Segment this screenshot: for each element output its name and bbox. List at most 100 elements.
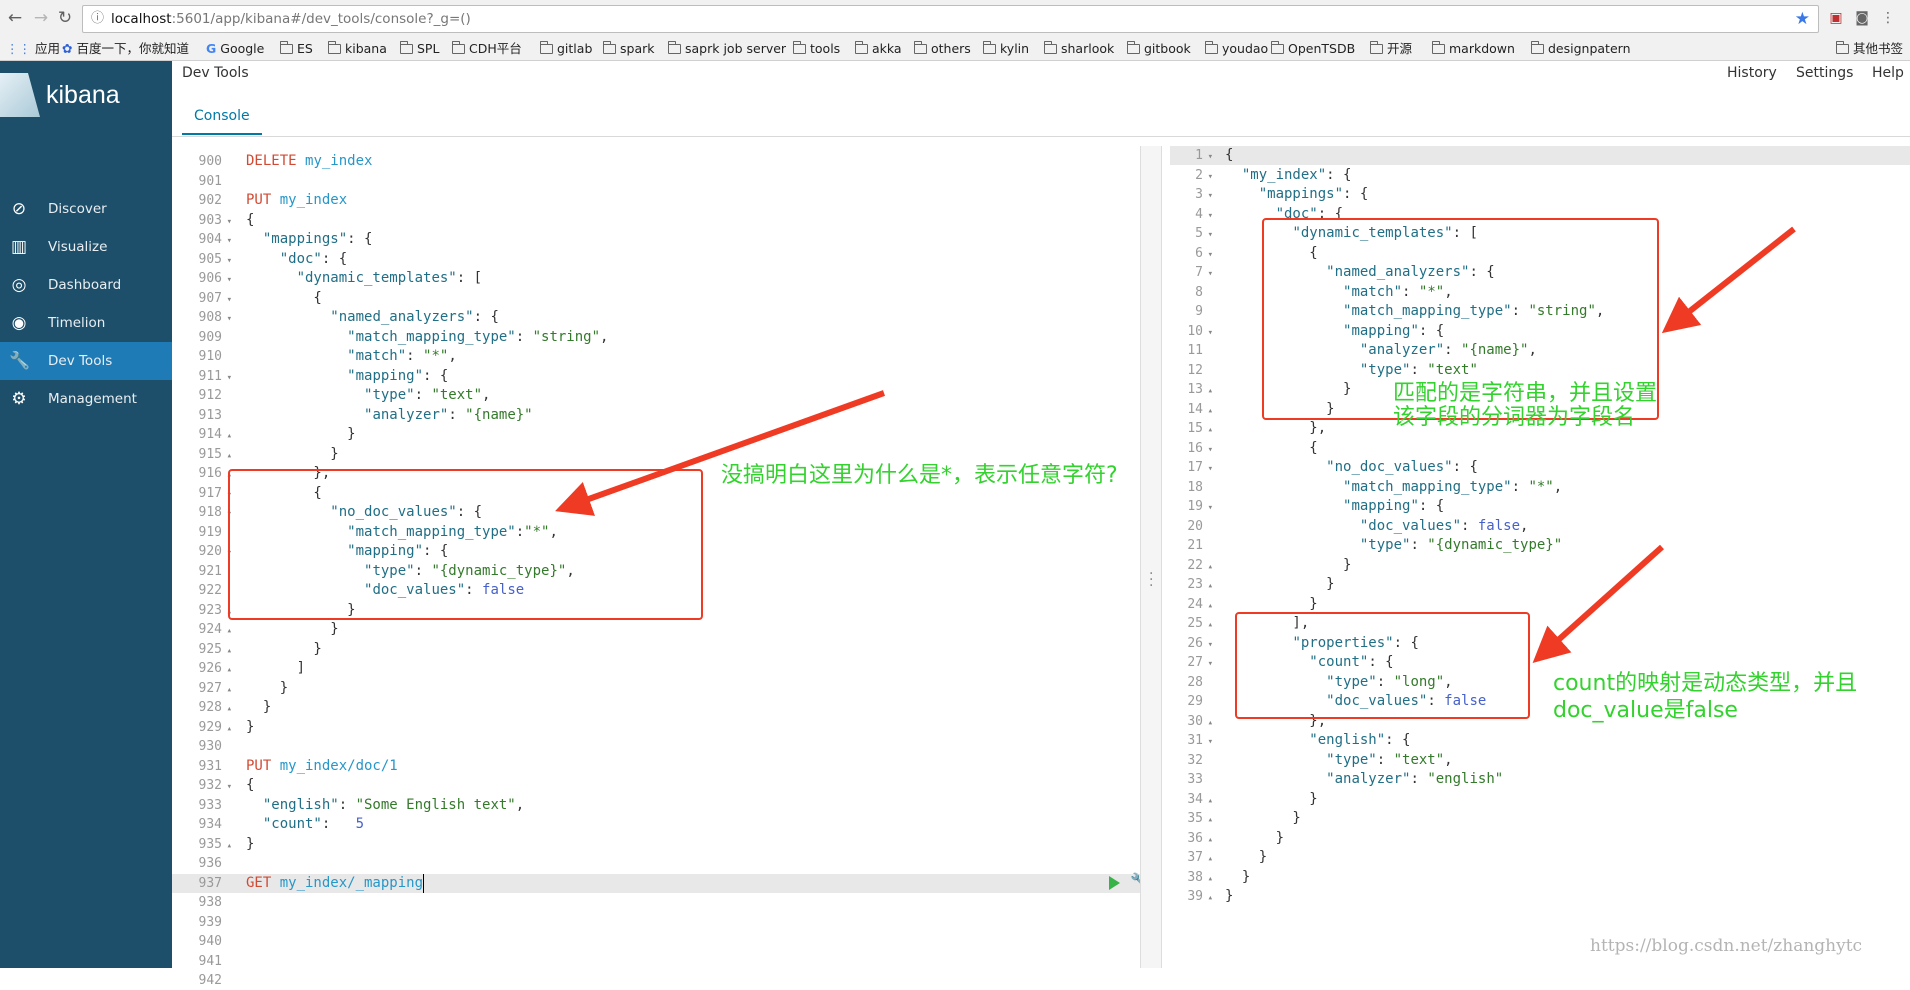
help-link[interactable]: Help bbox=[1872, 65, 1904, 81]
line-number-text: 2 bbox=[1195, 167, 1203, 183]
fold-toggle-icon[interactable]: ▾ bbox=[1205, 460, 1213, 479]
bookmark-1[interactable]: ✿ 百度一下，你就知道 bbox=[62, 40, 189, 58]
fold-toggle-icon[interactable]: ▴ bbox=[1205, 616, 1213, 635]
bookmark-2[interactable]: G Google bbox=[206, 40, 264, 58]
fold-toggle-icon[interactable]: ▾ bbox=[1205, 226, 1213, 245]
tab-console[interactable]: Console bbox=[182, 97, 262, 135]
fold-toggle-icon[interactable]: ▴ bbox=[224, 837, 232, 856]
fold-toggle-icon[interactable]: ▾ bbox=[224, 271, 232, 290]
bookmark-8[interactable]: spark bbox=[602, 40, 655, 58]
fold-toggle-icon[interactable]: ▾ bbox=[1205, 187, 1213, 206]
fold-toggle-icon[interactable]: ▴ bbox=[224, 642, 232, 661]
fold-toggle-icon[interactable]: ▾ bbox=[224, 369, 232, 388]
sidebar-item-visualize[interactable]: ▥ Visualize bbox=[0, 228, 172, 266]
fold-toggle-icon[interactable]: ▴ bbox=[224, 681, 232, 700]
bookmark-14[interactable]: sharlook bbox=[1043, 40, 1114, 58]
line-number-text: 930 bbox=[198, 739, 222, 754]
bookmark-7[interactable]: gitlab bbox=[539, 40, 592, 58]
other-bookmarks[interactable]: 其他书签 bbox=[1835, 40, 1903, 58]
history-link[interactable]: History bbox=[1727, 65, 1777, 81]
bookmark-3[interactable]: ES bbox=[279, 40, 313, 58]
info-icon[interactable]: ⓘ bbox=[91, 6, 104, 32]
sidebar-item-dashboard[interactable]: ◎ Dashboard bbox=[0, 266, 172, 304]
fold-toggle-icon[interactable]: ▾ bbox=[224, 232, 232, 251]
fold-toggle-icon[interactable]: ▴ bbox=[224, 661, 232, 680]
fold-toggle-icon[interactable]: ▴ bbox=[224, 427, 232, 446]
fold-toggle-icon[interactable]: ▴ bbox=[1205, 597, 1213, 616]
fold-toggle-icon[interactable]: ▾ bbox=[1205, 148, 1213, 167]
settings-link[interactable]: Settings bbox=[1796, 65, 1853, 81]
bookmark-9[interactable]: saprk job server bbox=[667, 40, 786, 58]
menu-dots-icon[interactable]: ⋮ bbox=[1878, 8, 1898, 28]
bookmark-6[interactable]: CDH平台 bbox=[451, 40, 522, 58]
fold-toggle-icon[interactable]: ▴ bbox=[1205, 382, 1213, 401]
bookmark-12[interactable]: others bbox=[913, 40, 971, 58]
code-token: : bbox=[448, 406, 466, 423]
code-token: : { bbox=[473, 309, 499, 325]
fold-toggle-icon[interactable]: ▾ bbox=[1205, 168, 1213, 187]
fold-toggle-icon[interactable]: ▴ bbox=[1205, 714, 1213, 733]
camera-icon[interactable]: ◙ bbox=[1852, 8, 1872, 28]
bookmark-13[interactable]: kylin bbox=[982, 40, 1029, 58]
fold-toggle-icon[interactable]: ▴ bbox=[1205, 558, 1213, 577]
bookmark-0[interactable]: ⋮⋮ 应用 bbox=[6, 40, 60, 58]
fold-toggle-icon[interactable]: ▾ bbox=[224, 291, 232, 310]
fold-toggle-icon[interactable]: ▴ bbox=[224, 447, 232, 466]
resize-handle-icon[interactable]: · · · bbox=[1149, 567, 1153, 593]
bookmark-18[interactable]: 开源 bbox=[1369, 40, 1412, 58]
sidebar-item-management[interactable]: ⚙ Management bbox=[0, 380, 172, 418]
fold-toggle-icon[interactable]: ▴ bbox=[1205, 402, 1213, 421]
fold-toggle-icon[interactable]: ▾ bbox=[1205, 246, 1213, 265]
fold-toggle-icon[interactable]: ▴ bbox=[224, 622, 232, 641]
line-number-text: 21 bbox=[1187, 538, 1203, 553]
fold-toggle-icon[interactable]: ▾ bbox=[1205, 499, 1213, 518]
fold-toggle-icon[interactable]: ▴ bbox=[224, 720, 232, 739]
kibana-logo[interactable]: kibana bbox=[0, 61, 172, 123]
back-arrow-icon[interactable]: ← bbox=[4, 6, 26, 30]
sidebar-item-discover[interactable]: ⊘ Discover bbox=[0, 190, 172, 228]
code-line: "doc": { bbox=[246, 250, 347, 269]
fold-toggle-icon[interactable]: ▾ bbox=[1205, 441, 1213, 460]
forward-arrow-icon[interactable]: → bbox=[30, 6, 52, 30]
address-bar[interactable]: ⓘ localhost:5601/app/kibana#/dev_tools/c… bbox=[82, 5, 1819, 33]
fold-toggle-icon[interactable]: ▾ bbox=[224, 252, 232, 271]
fold-toggle-icon[interactable]: ▾ bbox=[1205, 324, 1213, 343]
bookmark-19[interactable]: markdown bbox=[1431, 40, 1515, 58]
fold-toggle-icon[interactable]: ▴ bbox=[1205, 811, 1213, 830]
fold-toggle-icon[interactable]: ▴ bbox=[1205, 850, 1213, 869]
bookmark-star-icon[interactable]: ★ bbox=[1795, 6, 1810, 32]
fold-toggle-icon[interactable]: ▾ bbox=[224, 778, 232, 797]
extension-red-icon[interactable]: ▣ bbox=[1826, 8, 1846, 28]
bookmark-20[interactable]: designpatern bbox=[1530, 40, 1631, 58]
fold-toggle-icon[interactable]: ▾ bbox=[1205, 655, 1213, 674]
bookmark-16[interactable]: youdao bbox=[1204, 40, 1268, 58]
url-path: :5601/app/kibana#/dev_tools/console?_g=(… bbox=[171, 11, 471, 27]
fold-toggle-icon[interactable]: ▴ bbox=[1205, 831, 1213, 850]
sidebar-item-timelion[interactable]: ◉ Timelion bbox=[0, 304, 172, 342]
fold-toggle-icon[interactable]: ▾ bbox=[224, 310, 232, 329]
send-request-play-icon[interactable] bbox=[1109, 875, 1120, 890]
folder-icon bbox=[667, 41, 681, 54]
code-token: "analyzer" bbox=[1326, 771, 1411, 787]
sidebar-item-dev-tools[interactable]: 🔧 Dev Tools bbox=[0, 342, 172, 380]
bookmark-11[interactable]: akka bbox=[854, 40, 902, 58]
fold-toggle-icon[interactable]: ▾ bbox=[1205, 733, 1213, 752]
fold-toggle-icon[interactable]: ▾ bbox=[1205, 207, 1213, 226]
pane-resizer[interactable]: · · · bbox=[1140, 146, 1162, 968]
bookmark-17[interactable]: OpenTSDB bbox=[1270, 40, 1355, 58]
fold-toggle-icon[interactable]: ▾ bbox=[224, 213, 232, 232]
fold-toggle-icon[interactable]: ▴ bbox=[1205, 792, 1213, 811]
bookmark-4[interactable]: kibana bbox=[327, 40, 387, 58]
fold-toggle-icon[interactable]: ▴ bbox=[1205, 889, 1213, 908]
fold-toggle-icon[interactable]: ▴ bbox=[1205, 870, 1213, 889]
reload-icon[interactable]: ↻ bbox=[54, 6, 76, 30]
fold-toggle-icon[interactable]: ▴ bbox=[1205, 421, 1213, 440]
bookmark-15[interactable]: gitbook bbox=[1126, 40, 1191, 58]
bookmark-5[interactable]: SPL bbox=[399, 40, 439, 58]
fold-toggle-icon[interactable]: ▴ bbox=[224, 700, 232, 719]
fold-toggle-icon[interactable]: ▴ bbox=[1205, 577, 1213, 596]
bookmark-10[interactable]: tools bbox=[792, 40, 840, 58]
fold-toggle-icon[interactable]: ▾ bbox=[1205, 636, 1213, 655]
fold-toggle-icon[interactable]: ▾ bbox=[1205, 265, 1213, 284]
